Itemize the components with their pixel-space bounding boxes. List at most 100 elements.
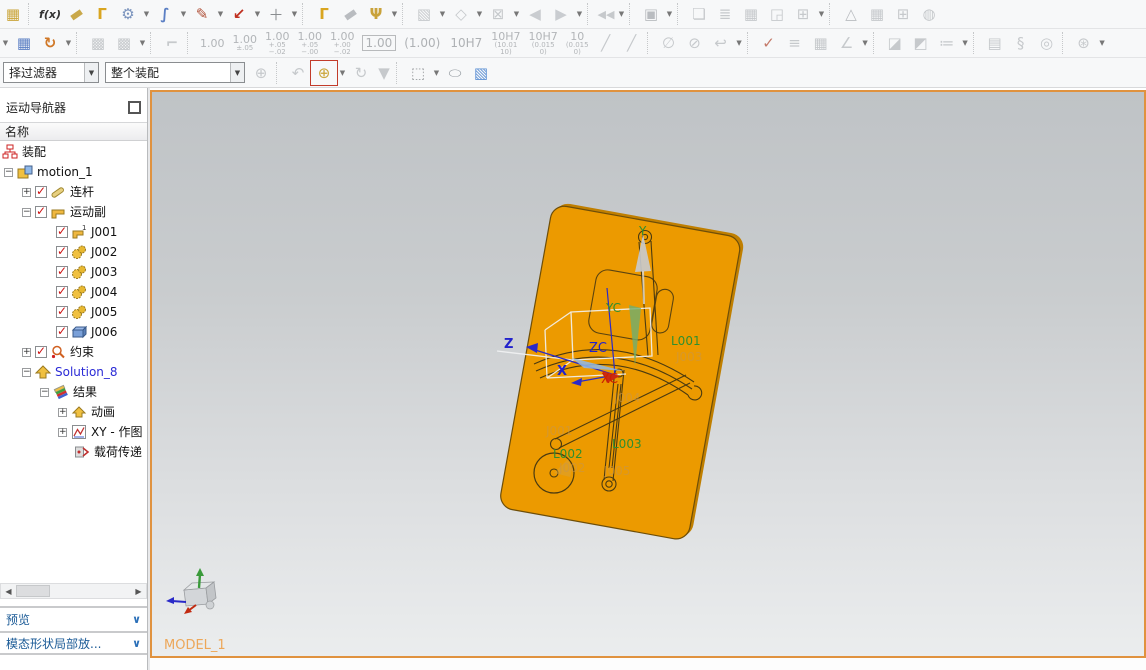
dropdown-arrow-icon[interactable]: ▼ [574,2,585,26]
scroll-right-icon[interactable]: ▶ [131,584,146,598]
smart-point-icon[interactable]: ＋ [263,2,289,26]
scope-select[interactable]: 整个装配▼ [105,62,245,83]
dropdown-arrow-icon[interactable]: ▼ [1097,31,1108,55]
csys-axes-icon[interactable]: ∠ [834,31,860,55]
table-sheet-icon[interactable]: ▦ [738,2,764,26]
tag-search-icon[interactable]: ◇ [448,2,474,26]
dim-fit-2[interactable]: 10H7(0.0150) [525,31,562,56]
tree-item-constraints[interactable]: +约束 [0,342,147,362]
joint-driver-icon[interactable]: Γ [311,2,337,26]
graphics-viewport[interactable]: YYCZCXCZXL001J003J004J001L002J002L003J00… [150,90,1146,658]
tire-icon[interactable]: ◎ [1034,31,1060,55]
checkbox-checked[interactable] [35,206,47,218]
sheet-plus-icon[interactable]: ⊞ [890,2,916,26]
dropdown-arrow-icon[interactable]: ▼ [137,31,148,55]
radius-leader-icon[interactable]: ╱ [593,31,619,55]
cube-stack-icon[interactable]: ▩ [85,31,111,55]
diameter-icon[interactable]: ∅ [656,31,682,55]
tree-item-assembly[interactable]: 装配 [0,142,147,162]
schematic-tree-icon[interactable]: ⊞ [790,2,816,26]
expand-icon[interactable]: + [22,188,31,197]
collapse-icon[interactable]: − [40,388,49,397]
dim-fit[interactable]: 10H7 [445,36,487,50]
diameter-slash-icon[interactable]: ⊘ [682,31,708,55]
combo-arrow-icon[interactable]: ▼ [84,63,98,82]
lasso-rect-icon[interactable]: ⬚ [405,61,431,85]
radius-leader2-icon[interactable]: ╱ [619,31,645,55]
grid-check-icon[interactable]: ▦ [11,31,37,55]
structure-list-icon[interactable]: ≡ [782,31,808,55]
back-icon[interactable]: ◀ [522,2,548,26]
sheet-stack-icon[interactable]: ≣ [712,2,738,26]
dropdown-arrow-icon[interactable]: ▼ [437,2,448,26]
checkbox-checked[interactable] [56,286,68,298]
cube-stack2-icon[interactable]: ▩ [111,31,137,55]
force-vector-icon[interactable]: ↙ [226,2,252,26]
dropdown-arrow-icon[interactable]: ▼ [431,61,442,85]
mechanism-icon[interactable]: Ψ [363,2,389,26]
reset-filter-icon[interactable]: ↶ [285,61,311,85]
bushing-icon[interactable]: ▤ [982,31,1008,55]
tree-item-motion-1[interactable]: −motion_1 [0,162,147,182]
triangle-icon[interactable]: △ [838,2,864,26]
scrollbar-thumb[interactable] [16,585,50,597]
checkbox-checked[interactable] [35,186,47,198]
chevron-down-icon[interactable]: ∨ [132,613,141,626]
assembly-filter-icon[interactable]: ⊕ [248,61,274,85]
dropdown-arrow-icon[interactable]: ▼ [664,2,675,26]
undock-icon[interactable] [128,101,141,114]
scroll-left-icon[interactable]: ◀ [1,584,16,598]
tree-item-j005[interactable]: J005 [0,302,147,322]
dropdown-arrow-icon[interactable]: ▼ [0,31,11,55]
dropdown-arrow-icon[interactable]: ▼ [289,2,300,26]
list-pick-icon[interactable]: ≔ [934,31,960,55]
view-tab-label[interactable]: MODEL_1 [164,638,226,653]
checkbox-checked[interactable] [56,266,68,278]
window-layout-icon[interactable]: ❏ [686,2,712,26]
table-anchor-icon[interactable]: ▦ [808,31,834,55]
tree-item-xy-graph[interactable]: +XY - 作图 [0,422,147,442]
snap-point-icon[interactable]: ⊕ [311,61,337,85]
collapse-icon[interactable]: − [22,368,31,377]
spring-icon[interactable]: ∫ [152,2,178,26]
tree-item-j006[interactable]: J006 [0,322,147,342]
dim-tol-3[interactable]: 1.00+.00−.02 [326,31,359,56]
dropdown-arrow-icon[interactable]: ▼ [337,61,348,85]
expand-icon[interactable]: + [58,428,67,437]
profile-icon[interactable]: ⌐ [159,31,185,55]
verify-check-icon[interactable]: ✓ [756,31,782,55]
checkbox-checked[interactable] [56,246,68,258]
tree-item-results[interactable]: −结果 [0,382,147,402]
tree-item-j002[interactable]: J002 [0,242,147,262]
rotate-cube-icon[interactable]: ↻ [37,31,63,55]
dim-boxed[interactable]: 1.00 [362,35,397,51]
checkbox-checked[interactable] [35,346,47,358]
checkbox-checked[interactable] [56,326,68,338]
gear-sheet-icon[interactable]: ◍ [916,2,942,26]
dropdown-arrow-icon[interactable]: ▼ [511,2,522,26]
collapse-icon[interactable]: − [22,208,31,217]
dim-sym-tol[interactable]: 1.00±.05 [229,34,262,52]
damper-icon[interactable]: ✎ [189,2,215,26]
dropdown-arrow-icon[interactable]: ▼ [389,2,400,26]
expression-fx-icon[interactable]: f(x) [37,2,63,26]
tree-item-load-transfer[interactable]: 载荷传递 [0,442,147,462]
forward-icon[interactable]: ▶ [548,2,574,26]
collapse-icon[interactable]: − [4,168,13,177]
tree-item-links[interactable]: +连杆 [0,182,147,202]
tree-item-solution-8[interactable]: −Solution_8 [0,362,147,382]
dropdown-arrow-icon[interactable]: ▼ [734,31,745,55]
section-b-icon[interactable]: ◩ [908,31,934,55]
horizontal-scrollbar[interactable]: ◀ ▶ [0,583,147,599]
column-header[interactable]: 名称 [0,122,147,141]
expand-icon[interactable]: + [58,408,67,417]
spring-gray-icon[interactable]: § [1008,31,1034,55]
sheet-zoom-icon[interactable]: ◲ [764,2,790,26]
checkbox-checked[interactable] [56,306,68,318]
dropdown-arrow-icon[interactable]: ▼ [178,2,189,26]
dropdown-arrow-icon[interactable]: ▼ [252,2,263,26]
gear-sketch-icon[interactable]: ▧ [411,2,437,26]
chevron-down-icon[interactable]: ∨ [132,637,141,650]
dim-plain[interactable]: 1.00 [196,38,229,49]
first-frame-icon[interactable]: ◀◀ [596,2,616,26]
